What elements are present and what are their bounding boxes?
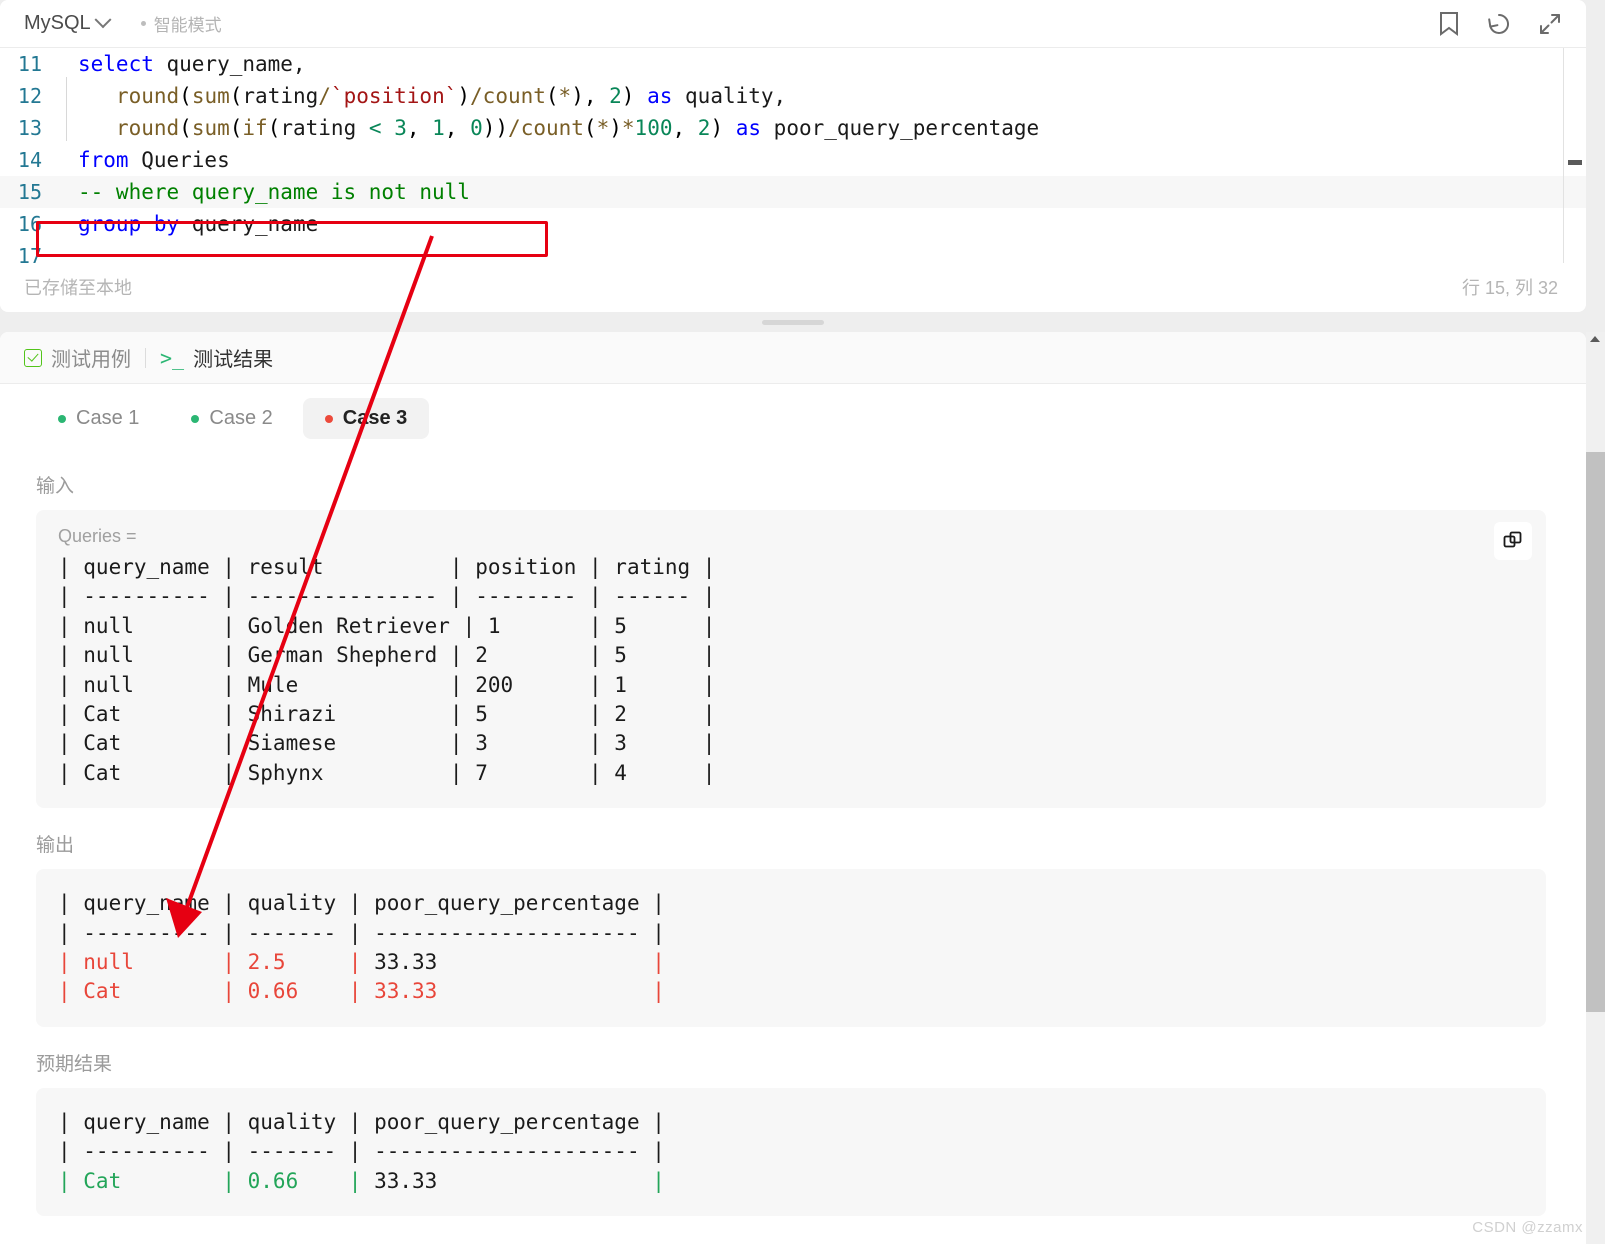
bookmark-icon[interactable] <box>1438 11 1460 37</box>
output-header: | query_name | quality | poor_query_perc… <box>58 891 665 916</box>
editor-minimap-divider <box>1563 48 1564 263</box>
editor-toolbar: MySQL 智能模式 <box>0 0 1586 48</box>
expected-section-label: 预期结果 <box>36 1053 113 1075</box>
line-number: 15 <box>17 180 42 204</box>
output-box: | query_name | quality | poor_query_perc… <box>36 869 1546 1027</box>
status-dot-icon <box>58 414 66 423</box>
case-tab-list: Case 1 Case 2 Case 3 <box>0 384 1586 449</box>
smart-mode-label: 智能模式 <box>153 16 222 35</box>
input-box: Queries = | query_name | result | positi… <box>36 510 1546 809</box>
tab-test-cases-label: 测试用例 <box>51 349 131 371</box>
code-line-16[interactable]: 16 group by query_name <box>0 208 1586 240</box>
tab-divider <box>145 347 146 368</box>
code-editor-panel: MySQL 智能模式 11 select query_name, 12 roun… <box>0 0 1586 312</box>
expected-divider: | ---------- | ------- | ---------------… <box>58 1139 665 1164</box>
watermark: CSDN @zzamx <box>1472 1219 1583 1236</box>
app-root: MySQL 智能模式 11 select query_name, 12 roun… <box>0 0 1605 1244</box>
output-section-label: 输出 <box>36 835 75 857</box>
line-number: 17 <box>17 244 42 263</box>
code-area[interactable]: 11 select query_name, 12 round(sum(ratin… <box>0 48 1586 263</box>
output-divider: | ---------- | ------- | ---------------… <box>58 920 665 945</box>
mode-dot-icon <box>140 21 146 26</box>
code-line-13[interactable]: 13 round(sum(if(rating < 3, 1, 0))/count… <box>0 109 1586 144</box>
scroll-up-arrow-icon[interactable] <box>1590 336 1600 342</box>
code-line-15[interactable]: 15 -- where query_name is not null <box>0 176 1586 208</box>
tab-test-results-label: 测试结果 <box>193 349 274 371</box>
input-var-label: Queries = <box>58 526 137 546</box>
editor-scrollbar-thumb[interactable] <box>1568 160 1582 165</box>
line-number: 12 <box>17 84 42 108</box>
line-number: 16 <box>17 212 42 236</box>
case-tab-label: Case 3 <box>342 407 408 429</box>
expected-box: | query_name | quality | poor_query_perc… <box>36 1087 1546 1217</box>
expand-icon[interactable] <box>1538 12 1562 36</box>
code-line-14[interactable]: 14 from Queries <box>0 144 1586 176</box>
smart-mode-indicator[interactable]: 智能模式 <box>140 11 222 36</box>
result-header-tabs: 测试用例 >_ 测试结果 <box>0 332 1586 384</box>
editor-toolbar-actions <box>1438 11 1568 37</box>
case-tab-2[interactable]: Case 2 <box>169 398 294 439</box>
status-dot-icon <box>191 414 200 423</box>
result-scrollbar-thumb[interactable] <box>1586 452 1605 1012</box>
splitter-handle[interactable] <box>762 319 824 325</box>
tab-test-cases[interactable]: 测试用例 <box>24 343 131 372</box>
code-text: select query_name, <box>78 52 306 76</box>
case-tab-3[interactable]: Case 3 <box>302 398 430 439</box>
code-text: from Queries <box>78 148 230 172</box>
line-number: 11 <box>17 52 42 76</box>
input-table: | query_name | result | position | ratin… <box>58 555 716 785</box>
terminal-icon: >_ <box>160 345 185 370</box>
code-line-17[interactable]: 17 <box>0 240 1586 263</box>
result-panel: 测试用例 >_ 测试结果 Case 1 Case 2 Case 3 输入 Que… <box>0 332 1586 1244</box>
save-status-label: 已存储至本地 <box>24 278 132 298</box>
output-row: | null | 2.5 | 33.33 | <box>58 950 665 975</box>
output-row: | Cat | 0.66 | 33.33 | <box>58 979 665 1004</box>
checkbox-icon <box>24 348 42 367</box>
line-number: 14 <box>17 148 42 172</box>
expected-row: | Cat | 0.66 | 33.33 | <box>58 1168 665 1193</box>
status-dot-icon <box>324 414 333 423</box>
case-tab-label: Case 1 <box>76 407 140 429</box>
case-tab-1[interactable]: Case 1 <box>36 398 161 439</box>
code-text-comment: -- where query_name is not null <box>78 180 470 204</box>
tab-test-results[interactable]: >_ 测试结果 <box>160 343 273 372</box>
code-line-12[interactable]: 12 round(sum(rating/`position`)/count(*)… <box>0 77 1586 112</box>
cursor-position-label: 行 15, 列 32 <box>1461 278 1558 298</box>
expected-header: | query_name | quality | poor_query_perc… <box>58 1109 665 1134</box>
line-number: 13 <box>17 116 42 140</box>
code-line-11[interactable]: 11 select query_name, <box>0 48 1586 80</box>
editor-status-bar: 已存储至本地 行 15, 列 32 <box>0 263 1586 311</box>
history-icon[interactable] <box>1486 11 1512 37</box>
code-text: round(sum(if(rating < 3, 1, 0))/count(*)… <box>58 109 1039 144</box>
language-selector[interactable]: MySQL <box>24 10 112 35</box>
language-label: MySQL <box>24 12 91 34</box>
copy-icon[interactable] <box>1494 522 1532 560</box>
code-text: group by query_name <box>78 212 319 236</box>
result-scrollbar[interactable] <box>1586 332 1605 1244</box>
result-body: Case 1 Case 2 Case 3 输入 Queries = | quer… <box>0 384 1586 1244</box>
chevron-down-icon <box>94 10 112 28</box>
case-tab-label: Case 2 <box>209 407 273 429</box>
input-section-label: 输入 <box>36 476 75 497</box>
code-text: round(sum(rating/`position`)/count(*), 2… <box>58 77 786 112</box>
panel-splitter[interactable] <box>0 312 1586 332</box>
